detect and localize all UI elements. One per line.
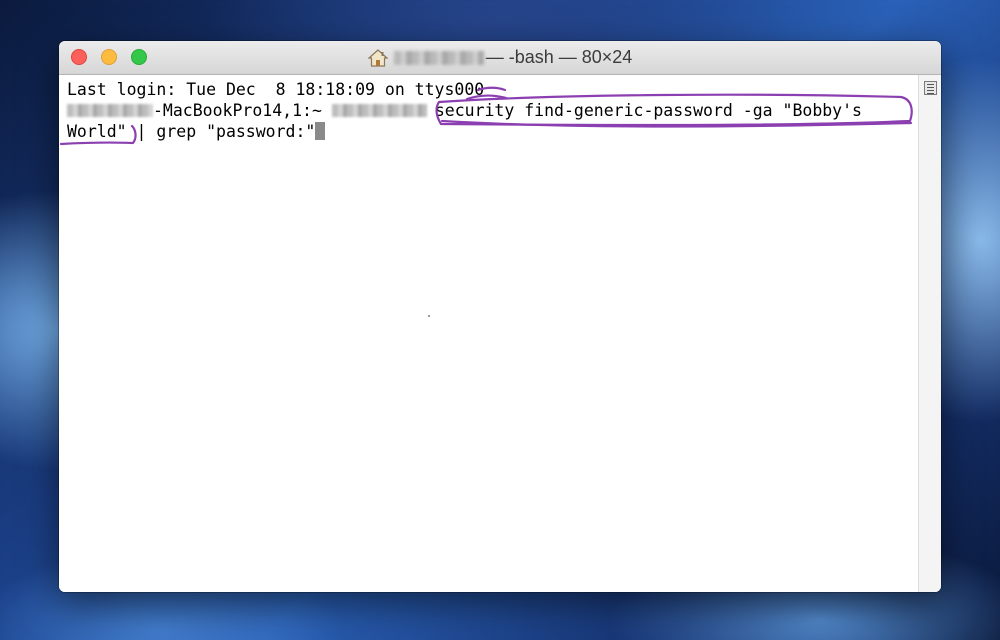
redacted-username — [393, 50, 484, 65]
command-continuation: World" | grep "password:" — [67, 122, 316, 141]
text-cursor — [315, 122, 326, 140]
terminal-window: — -bash — 80×24 Last login: Tue Dec 8 18… — [59, 41, 941, 592]
terminal-line-2: -MacBookPro14,1:~ security find-generic-… — [67, 100, 862, 121]
window-title: — -bash — 80×24 — [59, 41, 941, 74]
stray-pixel — [428, 315, 430, 317]
scrollbar[interactable] — [918, 75, 941, 592]
terminal-content[interactable]: Last login: Tue Dec 8 18:18:09 on ttys00… — [59, 75, 919, 592]
title-text: — -bash — 80×24 — [485, 47, 633, 67]
title-bar[interactable]: — -bash — 80×24 — [59, 41, 941, 75]
split-pane-icon[interactable] — [924, 81, 937, 95]
host-suffix: -MacBookPro14,1:~ — [153, 101, 322, 120]
redacted-user — [331, 104, 427, 117]
terminal-output: Last login: Tue Dec 8 18:18:09 on ttys00… — [67, 79, 862, 142]
redacted-hostname — [67, 104, 153, 117]
terminal-line-3: World" | grep "password:" — [67, 121, 862, 142]
command-text: security find-generic-password -ga "Bobb… — [434, 101, 862, 120]
home-icon — [367, 48, 388, 67]
terminal-line-1: Last login: Tue Dec 8 18:18:09 on ttys00… — [67, 80, 485, 99]
